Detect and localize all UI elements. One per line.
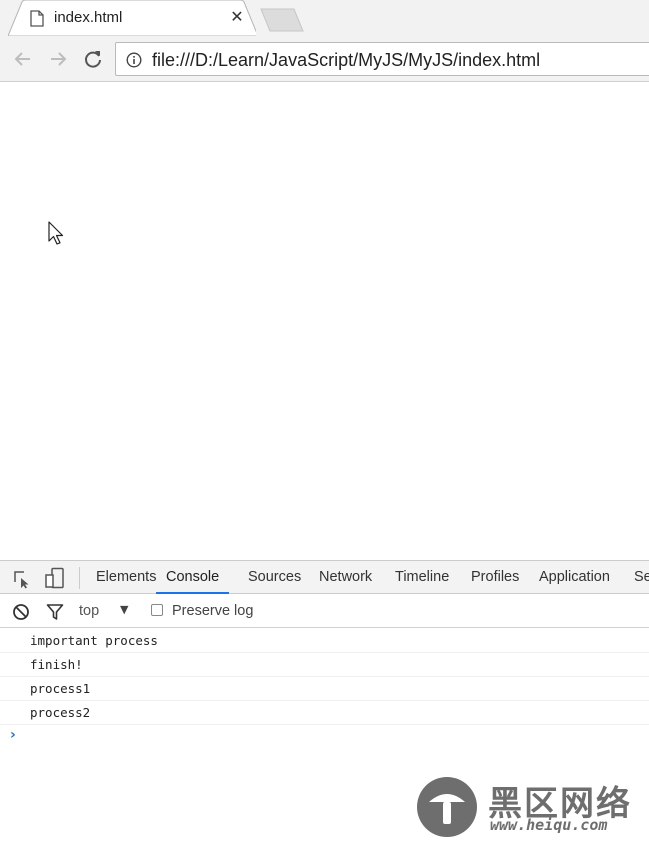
toolbar-divider	[79, 567, 80, 589]
tab-strip: index.html ✕	[0, 0, 649, 36]
mouse-cursor-icon	[48, 221, 64, 245]
browser-toolbar: file:///D:/Learn/JavaScript/MyJS/MyJS/in…	[0, 36, 649, 82]
back-arrow-icon[interactable]	[12, 48, 34, 70]
preserve-log-label: Preserve log	[172, 603, 254, 619]
tab-console[interactable]: Console	[156, 561, 230, 594]
console-message: process1	[0, 677, 649, 701]
browser-tab[interactable]: index.html ✕	[8, 0, 256, 36]
console-prompt[interactable]: ›	[0, 725, 649, 749]
console-message: finish!	[0, 653, 649, 677]
console-message: process2	[0, 701, 649, 725]
new-tab-button[interactable]	[258, 8, 306, 32]
tab-profiles[interactable]: Profiles	[471, 561, 519, 594]
tab-elements[interactable]: Elements	[96, 561, 156, 594]
device-toggle-icon[interactable]	[44, 567, 66, 589]
console-message: important process	[0, 629, 649, 653]
reload-icon[interactable]	[82, 48, 104, 70]
tab-title: index.html	[54, 9, 123, 26]
page-viewport[interactable]	[0, 82, 649, 560]
document-icon	[30, 10, 44, 27]
tab-timeline[interactable]: Timeline	[395, 561, 449, 594]
prompt-chevron-icon: ›	[10, 727, 16, 743]
console-output: important process finish! process1 proce…	[0, 629, 649, 749]
tab-security-truncated[interactable]: Se	[634, 561, 649, 594]
url-text[interactable]: file:///D:/Learn/JavaScript/MyJS/MyJS/in…	[152, 50, 540, 71]
tab-network[interactable]: Network	[319, 561, 372, 594]
console-filter-bar: top ▼ Preserve log	[0, 594, 649, 628]
preserve-log-checkbox[interactable]	[151, 604, 163, 616]
filter-icon[interactable]	[46, 603, 64, 621]
context-selector[interactable]: top	[79, 603, 99, 619]
watermark: 黑区网络 www.heiqu.com	[416, 776, 646, 840]
watermark-logo	[417, 777, 477, 837]
clear-console-icon[interactable]	[12, 603, 30, 621]
devtools-tab-bar: Elements Console Sources Network Timelin…	[0, 560, 649, 594]
address-bar[interactable]: file:///D:/Learn/JavaScript/MyJS/MyJS/in…	[115, 42, 649, 76]
chevron-down-icon[interactable]: ▼	[120, 603, 128, 616]
tab-shape	[8, 0, 256, 36]
tab-sources[interactable]: Sources	[248, 561, 301, 594]
tab-application[interactable]: Application	[539, 561, 610, 594]
info-icon[interactable]	[126, 52, 142, 68]
forward-arrow-icon[interactable]	[47, 48, 69, 70]
close-icon[interactable]: ✕	[230, 9, 244, 25]
watermark-url: www.heiqu.com	[490, 816, 608, 834]
inspect-element-icon[interactable]	[12, 569, 32, 589]
